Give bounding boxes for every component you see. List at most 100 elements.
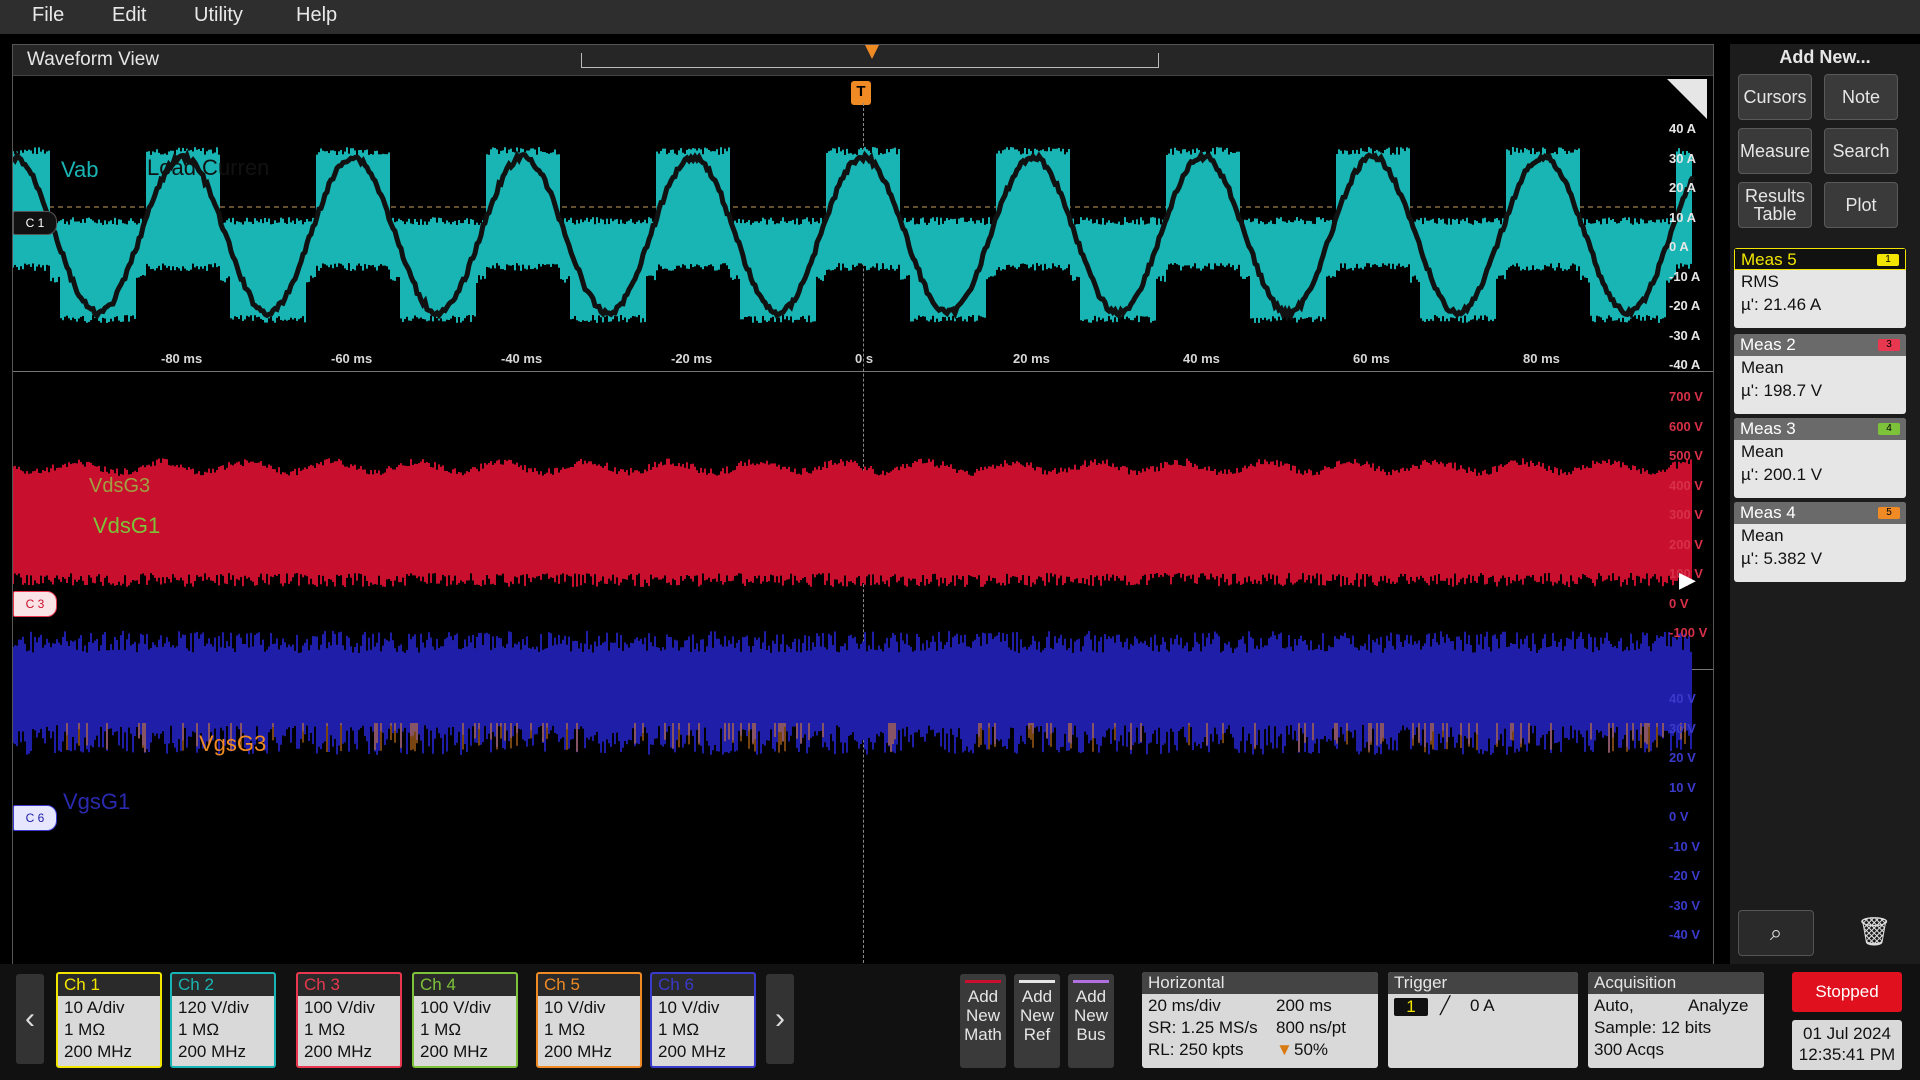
label-vgsg3: VgsG3: [199, 731, 267, 756]
y-tick: 400 V: [1669, 477, 1703, 493]
horizontal-record-time: 200 ms: [1276, 996, 1332, 1015]
meas-badge-5[interactable]: Meas 5 1 RMS µ': 21.46 A: [1734, 248, 1906, 328]
label-load-current: Load Curren: [147, 155, 270, 180]
add-ref-button[interactable]: Add New Ref: [1014, 974, 1060, 1068]
plot-button[interactable]: Plot: [1824, 182, 1898, 228]
channel-badge-5[interactable]: Ch 5 10 V/div 1 MΩ 200 MHz: [536, 972, 642, 1068]
channel-tag-c6[interactable]: C 6: [13, 805, 57, 831]
menu-edit[interactable]: Edit: [112, 4, 146, 27]
cursors-button[interactable]: Cursors: [1738, 74, 1812, 120]
waveform-view-title: Waveform View: [27, 49, 159, 70]
channel-bandwidth: 200 MHz: [544, 1042, 613, 1061]
meas-type: Mean: [1741, 358, 1784, 377]
y-tick: 20 A: [1669, 180, 1696, 195]
add-bus-button[interactable]: Add New Bus: [1068, 974, 1114, 1068]
menu-file[interactable]: File: [32, 4, 64, 27]
channel-name: Ch 5: [544, 975, 580, 994]
note-button[interactable]: Note: [1824, 74, 1898, 120]
meas-channel-badge: 4: [1878, 423, 1900, 435]
trigger-source: 1: [1394, 998, 1428, 1016]
channel-badge-3[interactable]: Ch 3 100 V/div 1 MΩ 200 MHz: [296, 972, 402, 1068]
y-tick: 0 V: [1669, 595, 1689, 611]
scroll-right-icon[interactable]: ›: [766, 974, 794, 1064]
channel-bandwidth: 200 MHz: [658, 1042, 727, 1061]
channel-impedance: 1 MΩ: [304, 1020, 346, 1039]
x-tick: 80 ms: [1523, 351, 1560, 366]
y-tick: -30 V: [1669, 897, 1701, 913]
menu-utility[interactable]: Utility: [194, 4, 243, 27]
horizontal-record-length: RL: 250 kpts: [1148, 1040, 1244, 1059]
add-bus-label: Add New Bus: [1073, 987, 1108, 1044]
run-stop-button[interactable]: Stopped: [1792, 972, 1902, 1012]
meas-type: Mean: [1741, 442, 1784, 461]
y-tick: 30 V: [1669, 720, 1696, 736]
horizontal-title: Horizontal: [1148, 973, 1225, 992]
meas-channel-badge: 1: [1877, 254, 1899, 266]
horizontal-scale: 20 ms/div: [1148, 996, 1221, 1015]
channel-bandwidth: 200 MHz: [178, 1042, 247, 1061]
menu-help[interactable]: Help: [296, 4, 337, 27]
y-tick: 200 V: [1669, 536, 1703, 552]
horizontal-badge[interactable]: Horizontal 20 ms/div 200 ms SR: 1.25 MS/…: [1142, 972, 1378, 1068]
y-tick: 30 A: [1669, 150, 1696, 166]
channel-name: Ch 6: [658, 975, 694, 994]
meas-badge-2[interactable]: Meas 2 3 Mean µ': 198.7 V: [1734, 334, 1906, 414]
results-table-button[interactable]: Results Table: [1738, 182, 1812, 228]
horizontal-sample-rate: SR: 1.25 MS/s: [1148, 1018, 1258, 1037]
channel-tag-c1[interactable]: C 1: [13, 211, 57, 235]
y-tick: -10 A: [1669, 268, 1701, 284]
channel-tag-c3[interactable]: C 3: [13, 591, 57, 617]
meas-type: Mean: [1741, 526, 1784, 545]
channel-scale: 10 V/div: [544, 998, 606, 1017]
channel-scale: 10 V/div: [658, 998, 720, 1017]
meas-badge-4[interactable]: Meas 4 5 Mean µ': 5.382 V: [1734, 502, 1906, 582]
waveform-traces: [13, 147, 1696, 755]
add-new-heading: Add New...: [1779, 47, 1871, 67]
meas-value: µ': 21.46 A: [1741, 295, 1822, 314]
meas-title: Meas 2: [1740, 335, 1796, 354]
channel-badge-1[interactable]: Ch 1 10 A/div 1 MΩ 200 MHz: [56, 972, 162, 1068]
y-tick: 0 A: [1669, 239, 1689, 254]
channel-scale: 120 V/div: [178, 998, 249, 1017]
channel-impedance: 1 MΩ: [544, 1020, 586, 1039]
meas-title: Meas 4: [1740, 503, 1796, 522]
date-time-badge[interactable]: 01 Jul 2024 12:35:41 PM: [1792, 1020, 1902, 1070]
y-tick: 600 V: [1669, 418, 1703, 434]
y-tick: 20 V: [1669, 750, 1696, 765]
label-vdsg1: VdsG1: [93, 513, 161, 538]
channel-badge-2[interactable]: Ch 2 120 V/div 1 MΩ 200 MHz: [170, 972, 276, 1068]
channel-name: Ch 4: [420, 975, 456, 994]
measure-button[interactable]: Measure: [1738, 128, 1812, 174]
search-button[interactable]: Search: [1824, 128, 1898, 174]
acquisition-sample: Sample: 12 bits: [1594, 1018, 1712, 1037]
y-tick: -10 V: [1669, 838, 1701, 854]
date: 01 Jul 2024: [1803, 1024, 1891, 1043]
channel-bandwidth: 200 MHz: [420, 1042, 489, 1061]
channel-scale: 100 V/div: [420, 998, 491, 1017]
channel-name: Ch 3: [304, 975, 340, 994]
meas-channel-badge: 3: [1878, 339, 1900, 351]
y-tick: 40 V: [1669, 691, 1696, 706]
meas-title: Meas 3: [1740, 419, 1796, 438]
y-tick: -40 V: [1669, 927, 1701, 942]
meas-badge-3[interactable]: Meas 3 4 Mean µ': 200.1 V: [1734, 418, 1906, 498]
channel-badge-4[interactable]: Ch 4 100 V/div 1 MΩ 200 MHz: [412, 972, 518, 1068]
channel-badge-6[interactable]: Ch 6 10 V/div 1 MΩ 200 MHz: [650, 972, 756, 1068]
trash-icon[interactable]: 🗑: [1852, 910, 1896, 954]
y-tick: 40 A: [1669, 121, 1696, 136]
x-tick: -80 ms: [161, 351, 203, 366]
horizontal-pt-time: 800 ns/pt: [1276, 1018, 1346, 1037]
trigger-position-small-icon: ▼: [1276, 1040, 1293, 1059]
zoom-search-icon[interactable]: ⌕: [1738, 910, 1814, 956]
y-tick: -30 A: [1669, 327, 1701, 343]
record-overview-bracket[interactable]: [581, 53, 1159, 68]
trigger-badge[interactable]: Trigger 1 ╱ 0 A: [1388, 972, 1578, 1068]
menu-bar: File Edit Utility Help: [0, 0, 1920, 34]
add-math-button[interactable]: Add New Math: [960, 974, 1006, 1068]
acquisition-badge[interactable]: Acquisition Auto, Analyze Sample: 12 bit…: [1588, 972, 1764, 1068]
scroll-left-icon[interactable]: ‹: [16, 974, 44, 1064]
y-tick: 700 V: [1669, 389, 1703, 404]
waveform-view[interactable]: Waveform View T Vab Load Curren C 1 -80 …: [12, 44, 1714, 966]
mouse-cursor-icon: ▶: [1679, 567, 1696, 592]
meas-channel-badge: 5: [1878, 507, 1900, 519]
